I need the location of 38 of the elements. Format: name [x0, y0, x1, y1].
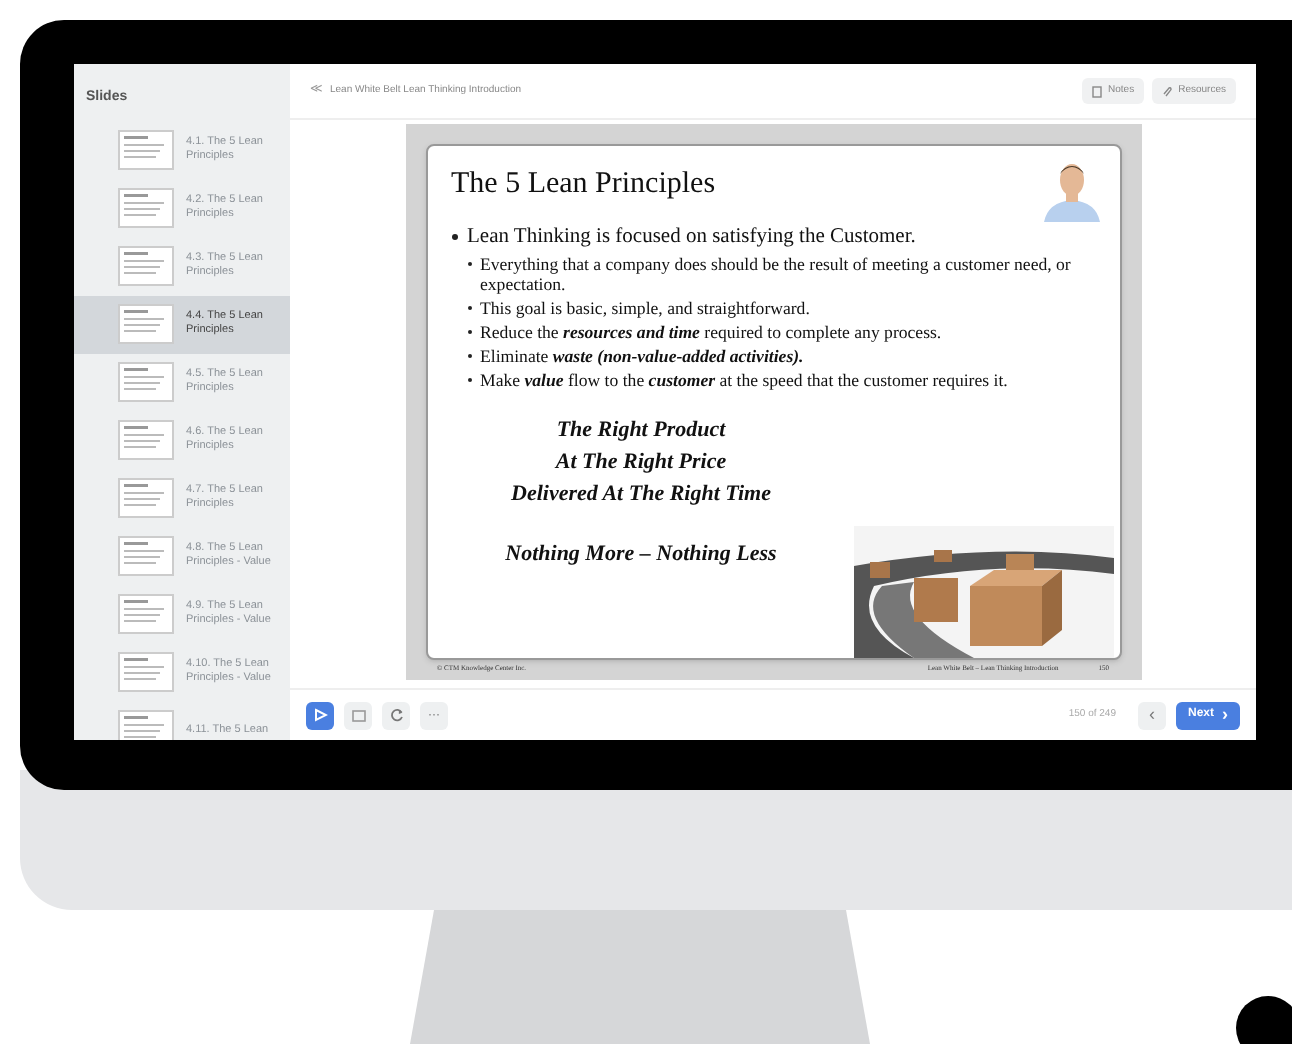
slide-thumbnail — [118, 710, 174, 740]
bullet-icon — [467, 353, 472, 358]
play-icon — [313, 708, 327, 722]
slide-thumbnail — [118, 420, 174, 460]
slide-title: The 5 Lean Principles — [451, 166, 716, 204]
slide-thumbnail — [118, 246, 174, 286]
bullet-text: Everything that a company does should be the result of meeting a customer need, or expectation. — [480, 253, 1073, 293]
bullet-text: Lean Thinking is focused on satisfying the Customer. — [467, 223, 916, 249]
slide-tagline: Delivered At The Right Time — [509, 479, 773, 509]
captions-button[interactable] — [344, 701, 372, 729]
slide-thumbnail — [118, 478, 174, 518]
slide-closing: Nothing More – Nothing Less — [503, 539, 779, 569]
slide-tagline: At The Right Price — [552, 447, 729, 477]
slide-tagline: The Right Product — [554, 415, 728, 445]
bullet-icon — [451, 233, 457, 239]
bullet-text: Make value flow to the customer at the speed that the customer requires it. — [480, 369, 1008, 389]
play-button[interactable] — [306, 701, 334, 729]
replay-icon — [389, 708, 403, 722]
slide-thumbnail — [118, 652, 174, 692]
bullet-icon — [467, 377, 472, 382]
slide-thumbnail — [118, 362, 174, 402]
chevron-icon: › — [1222, 706, 1228, 724]
bullet-icon — [467, 329, 472, 334]
replay-button[interactable] — [382, 701, 410, 729]
slide-thumbnail — [118, 304, 174, 344]
slide-thumbnail — [118, 130, 174, 170]
bullet-icon — [467, 305, 472, 310]
bullet-icon — [467, 261, 472, 266]
previous-button[interactable]: ‹ — [1137, 701, 1166, 729]
notes-icon — [1092, 85, 1103, 97]
bullet-text: Eliminate waste (non-value-added activities). — [480, 345, 804, 365]
paperclip-icon — [1162, 85, 1173, 97]
slide-thumbnail — [118, 188, 174, 228]
bullet-text: Reduce the resources and time required to complete any process. — [480, 321, 942, 341]
captions-icon — [351, 709, 365, 721]
slide-thumbnail — [118, 594, 174, 634]
bullet-text: This goal is basic, simple, and straightforward. — [480, 297, 810, 317]
slide-thumbnail — [118, 536, 174, 576]
